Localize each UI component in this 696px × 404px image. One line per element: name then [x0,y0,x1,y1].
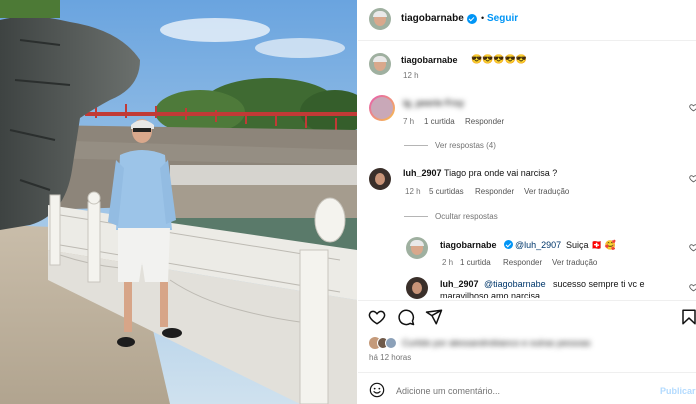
comment-input[interactable] [396,383,646,399]
comment-likes[interactable]: 1 curtida [424,117,455,126]
header-username[interactable]: tiagobarnabe [401,13,464,24]
reply-avatar[interactable] [406,277,428,299]
reply-text: Suiça 🇨🇭 🥰 [566,240,616,250]
reply-likes[interactable]: 1 curtida [460,258,491,267]
reply-reply-button[interactable]: Responder [503,258,542,267]
liked-by-avatars [369,337,399,349]
reply-username[interactable]: luh_2907 [440,279,479,289]
comment-icon[interactable] [397,308,415,326]
reply-username[interactable]: tiagobarnabe [440,240,497,250]
post-photo-illustration [0,0,357,404]
reply-mention[interactable]: @tiagobarnabe [484,279,546,289]
hide-replies-button[interactable]: Ocultar respostas [435,212,498,221]
comment-username-blurred[interactable]: ig_peerie Frsy [403,98,464,108]
comment-likes[interactable]: 5 curtidas [429,187,464,196]
view-replies-button[interactable]: Ver respostas (4) [435,141,496,150]
actions-divider [358,300,696,301]
comment-reply-button[interactable]: Responder [475,187,514,196]
reply-text: sucesso sempre ti vc e [553,279,645,289]
heart-icon[interactable] [368,308,386,326]
header-divider [358,40,696,41]
author-avatar[interactable] [369,8,391,30]
reply-mention[interactable]: @luh_2907 [515,240,561,250]
send-icon[interactable] [425,308,443,326]
caption-avatar[interactable] [369,53,391,75]
caption-time: 12 h [403,71,419,80]
publish-button[interactable]: Publicar [660,386,696,396]
liked-by-text[interactable]: Curtido por alessandrobianco e outras pe… [402,338,591,348]
reply-translate-button[interactable]: Ver tradução [552,258,597,267]
composer-divider [358,372,696,373]
reply-time: 2 h [442,258,454,267]
header-separator: • [481,13,485,23]
verified-badge-icon [504,240,513,249]
emoji-icon[interactable] [369,382,385,398]
comment-translate-button[interactable]: Ver tradução [524,187,569,196]
comment-reply-button[interactable]: Responder [465,117,504,126]
replies-toggle-line [404,145,428,146]
bookmark-icon[interactable] [680,308,696,326]
comment-like-heart-icon[interactable] [689,103,696,112]
reply-like-heart-icon[interactable] [689,283,696,292]
reply-avatar[interactable] [406,237,428,259]
post-photo[interactable] [0,0,357,404]
reply-like-heart-icon[interactable] [689,243,696,252]
post-timestamp: há 12 horas [369,353,412,362]
comment-avatar[interactable] [369,168,391,190]
follow-button[interactable]: Seguir [487,13,518,24]
comment-username[interactable]: luh_2907 [403,168,442,178]
comment-time: 7 h [403,117,415,126]
comment-avatar[interactable] [369,95,395,121]
comment-text: Tiago pra onde vai narcisa ? [444,168,558,178]
caption-text: 😎😎😎😎😎 [471,54,528,64]
verified-badge-icon [467,14,477,24]
post-details-panel: tiagobarnabe • Seguir tiagobarnabe 😎😎😎😎😎… [358,0,696,404]
comment-like-heart-icon[interactable] [689,174,696,183]
replies-toggle-line [404,216,428,217]
comment-time: 12 h [405,187,421,196]
caption-username[interactable]: tiagobarnabe [401,55,458,65]
